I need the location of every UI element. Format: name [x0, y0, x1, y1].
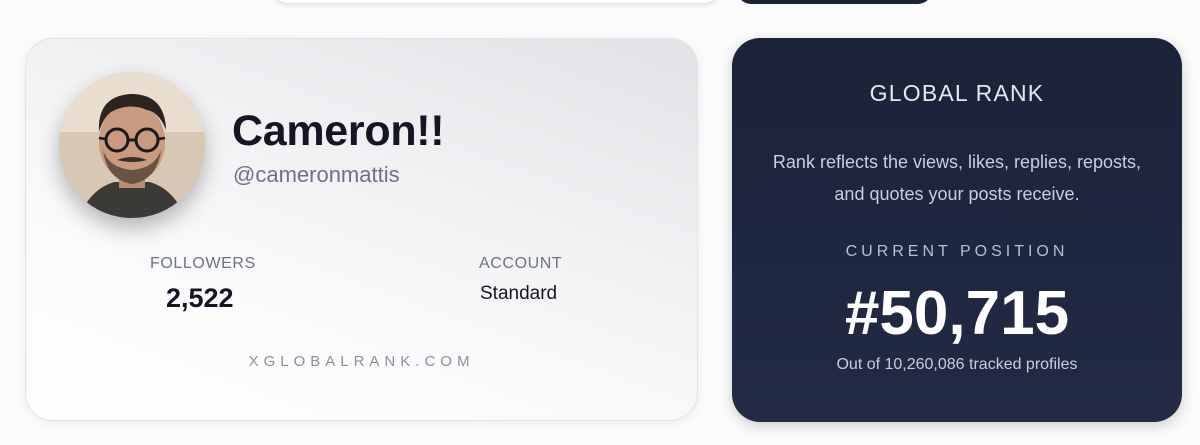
followers-label: FOLLOWERS	[150, 255, 256, 272]
tracked-profiles-total: Out of 10,260,086 tracked profiles	[836, 356, 1078, 373]
current-position-label: CURRENT POSITION	[845, 243, 1069, 260]
rank-title: GLOBAL RANK	[869, 80, 1045, 106]
site-watermark: XGLOBALRANK.COM	[26, 353, 697, 370]
account-type: Standard	[480, 283, 558, 304]
top-card-partial-light	[273, 0, 719, 4]
site-url: XGLOBALRANK.COM	[248, 353, 475, 370]
user-handle: @cameronmattis	[233, 162, 400, 187]
top-card-partial-dark[interactable]	[737, 0, 932, 4]
followers-count: 2,522	[166, 283, 234, 313]
profile-card: Cameron!! @cameronmattis FOLLOWERS 2,522…	[25, 38, 698, 421]
display-name: Cameron!!	[232, 107, 445, 155]
account-label: ACCOUNT	[479, 255, 563, 272]
rank-position-value: #50,715	[844, 279, 1070, 348]
rank-description: Rank reflects the views, likes, replies,…	[772, 152, 1142, 204]
avatar	[59, 72, 205, 218]
global-rank-card: GLOBAL RANK Rank reflects the views, lik…	[732, 38, 1182, 422]
user-photo-icon	[59, 72, 205, 218]
